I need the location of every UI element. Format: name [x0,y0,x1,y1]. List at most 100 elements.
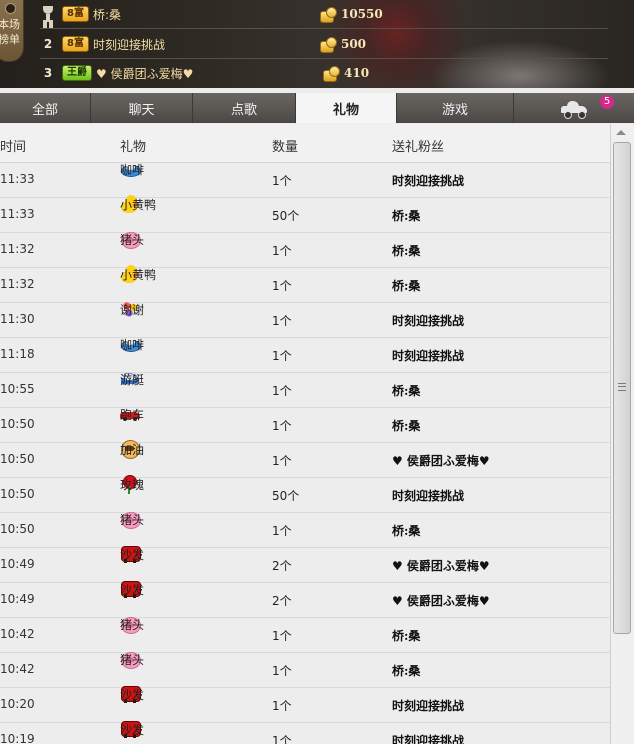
row-fan-name[interactable]: 桥:桑 [392,207,607,224]
ranking-score: 500 [340,37,367,51]
row-fan-name[interactable]: ♥ 侯爵团ふ爱梅♥ [392,452,607,469]
notification-badge: 5 [600,95,614,109]
grip-icon [618,383,626,391]
table-row: 10:20 沙发 1个 时刻迎接挑战 [0,686,610,723]
row-fan-name[interactable]: 桥:桑 [392,417,607,434]
gift-name: 小黄鸭 [120,197,157,212]
tab-vehicles[interactable]: 5 [514,93,634,123]
ranking-row[interactable]: 2 8富 时刻迎接挑战 500 [40,30,608,59]
row-time: 10:50 [0,452,35,466]
table-row: 11:33 小黄鸭 50个 桥:桑 [0,195,610,233]
tab-gifts[interactable]: 礼物 [296,93,397,123]
row-time: 11:33 [0,207,35,221]
table-row: 10:19 沙发 1个 时刻迎接挑战 [0,721,610,744]
ranking-name[interactable]: ♥ 侯爵团ふ爱梅♥ [96,65,214,82]
tab-games[interactable]: 游戏 [397,93,514,123]
ranking-panel: 本场榜单 8富 桥:桑 10550 2 8富 时刻迎接挑战 500 3 王爵 ♥… [0,0,634,88]
row-fan-name[interactable]: ♥ 侯爵团ふ爱梅♥ [392,592,607,609]
gift-name: 猪头 [120,232,145,247]
row-time: 10:50 [0,487,35,501]
table-header: 时间 礼物 数量 送礼粉丝 [0,124,610,163]
gift-name: 加油 [120,442,145,457]
scroll-up-arrow-icon[interactable] [616,130,626,135]
car-icon [561,101,587,119]
row-time: 10:50 [0,417,35,431]
header-time: 时间 [0,140,27,155]
ranking-tag-label: 本场榜单 [0,18,20,46]
wealth-level-badge: 8富 [62,6,89,22]
gift-table: 时间 礼物 数量 送礼粉丝 11:33 咖啡 1个 时刻迎接挑战 11:33 小黄鸭 50个… [0,124,610,744]
table-row: 10:49 沙发 2个 ♥ 侯爵团ふ爱梅♥ [0,546,610,583]
row-time: 11:18 [0,347,35,361]
row-quantity: 50个 [272,209,300,223]
row-fan-name[interactable]: 时刻迎接挑战 [392,487,607,504]
ranking-row[interactable]: 8富 桥:桑 10550 [40,0,608,29]
header-fan: 送礼粉丝 [392,140,445,155]
row-quantity: 2个 [272,594,292,608]
gold-coin-icon [319,36,337,53]
table-row: 10:50 跑车 1个 桥:桑 [0,408,610,443]
gift-name: 猪头 [120,617,145,632]
gift-name: 沙发 [120,547,145,562]
row-fan-name[interactable]: 桥:桑 [392,242,607,259]
ranking-number: 3 [43,66,53,80]
row-time: 10:49 [0,592,35,606]
row-time: 11:32 [0,242,35,256]
row-fan-name[interactable]: 时刻迎接挑战 [392,347,607,364]
row-quantity: 1个 [272,279,292,293]
row-time: 10:55 [0,382,35,396]
tab-all[interactable]: 全部 [0,93,91,123]
table-row: 11:30 谢谢 1个 时刻迎接挑战 [0,301,610,338]
row-quantity: 1个 [272,664,292,678]
row-fan-name[interactable]: 桥:桑 [392,627,607,644]
ranking-row[interactable]: 3 王爵 ♥ 侯爵团ふ爱梅♥ 410 [40,59,608,87]
row-fan-name[interactable]: 时刻迎接挑战 [392,697,607,714]
scrollbar[interactable] [610,124,634,744]
table-row: 11:32 猪头 1个 桥:桑 [0,232,610,268]
gift-name: 沙发 [120,687,145,702]
ranking-name[interactable]: 桥:桑 [93,6,211,23]
row-quantity: 1个 [272,244,292,258]
wealth-level-badge: 8富 [62,36,89,52]
row-quantity: 1个 [272,384,292,398]
tab-song-request[interactable]: 点歌 [193,93,296,123]
table-row: 11:18 咖啡 1个 时刻迎接挑战 [0,338,610,373]
row-fan-name[interactable]: 桥:桑 [392,382,607,399]
trophy-icon [40,4,56,24]
row-time: 10:19 [0,732,35,744]
ranking-name[interactable]: 时刻迎接挑战 [93,36,211,53]
row-quantity: 1个 [272,699,292,713]
row-fan-name[interactable]: 时刻迎接挑战 [392,172,607,189]
scrollbar-thumb[interactable] [613,142,631,634]
row-time: 10:50 [0,522,35,536]
table-row: 11:33 咖啡 1个 时刻迎接挑战 [0,163,610,198]
row-quantity: 1个 [272,524,292,538]
header-quantity: 数量 [272,140,299,155]
row-fan-name[interactable]: 时刻迎接挑战 [392,732,607,744]
ranking-tag: 本场榜单 [0,0,24,62]
row-quantity: 1个 [272,734,292,744]
tab-chat[interactable]: 聊天 [91,93,193,123]
row-time: 11:33 [0,172,35,186]
tag-hole-icon [5,3,16,14]
row-quantity: 1个 [272,349,292,363]
row-quantity: 1个 [272,454,292,468]
noble-level-badge: 王爵 [62,65,92,81]
row-time: 10:42 [0,627,35,641]
table-row: 10:49 沙发 2个 ♥ 侯爵团ふ爱梅♥ [0,581,610,618]
gift-name: 游艇 [120,372,145,387]
row-fan-name[interactable]: 桥:桑 [392,662,607,679]
row-time: 11:32 [0,277,35,291]
table-row: 10:42 猪头 1个 桥:桑 [0,617,610,653]
row-quantity: 1个 [272,314,292,328]
row-fan-name[interactable]: 时刻迎接挑战 [392,312,607,329]
row-fan-name[interactable]: ♥ 侯爵团ふ爱梅♥ [392,557,607,574]
gift-name: 谢谢 [120,302,145,317]
gift-name: 沙发 [120,722,145,737]
gold-coin-icon [322,65,340,82]
row-fan-name[interactable]: 桥:桑 [392,277,607,294]
row-quantity: 1个 [272,419,292,433]
row-fan-name[interactable]: 桥:桑 [392,522,607,539]
gift-name: 跑车 [120,407,145,422]
tab-bar: 全部 聊天 点歌 礼物 游戏 5 [0,93,634,123]
